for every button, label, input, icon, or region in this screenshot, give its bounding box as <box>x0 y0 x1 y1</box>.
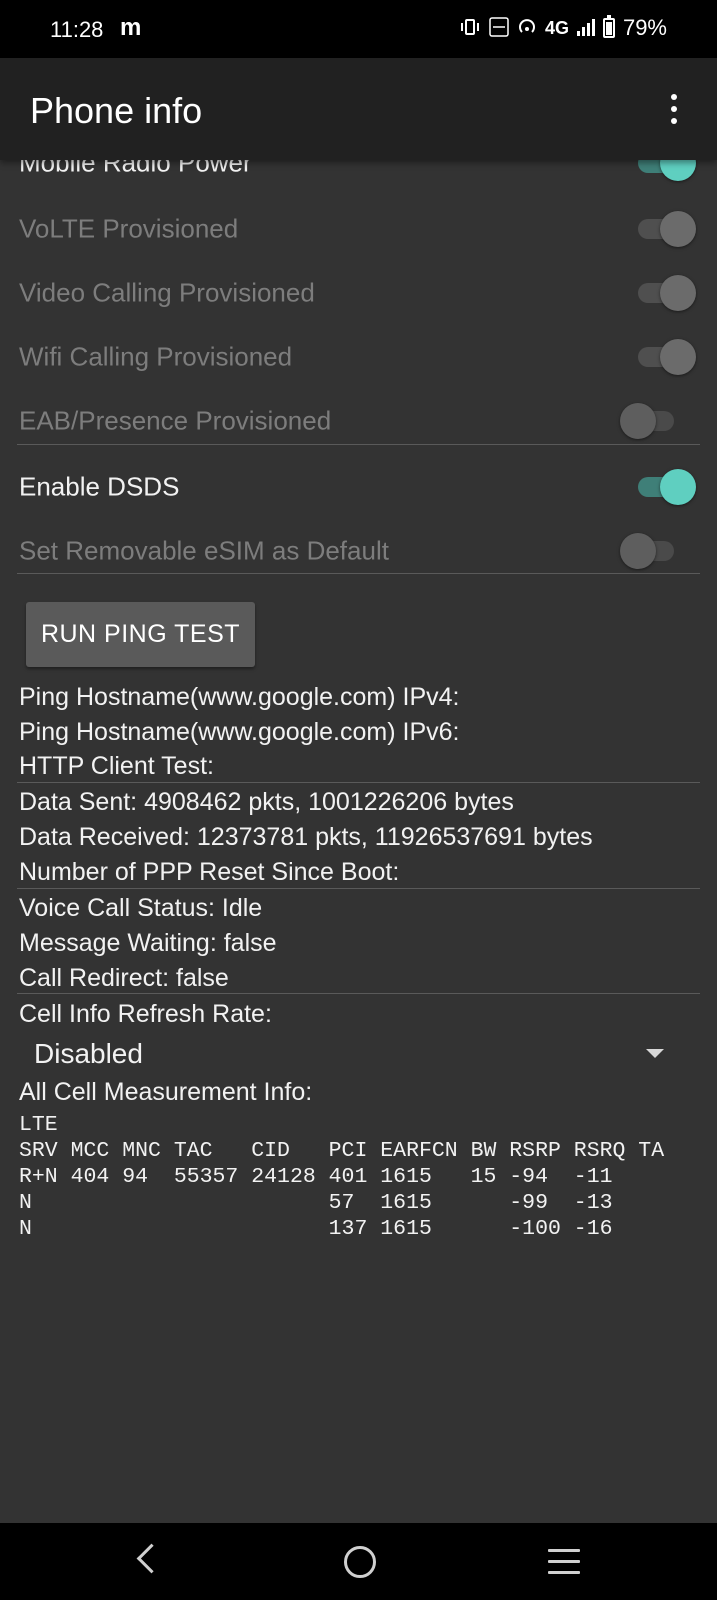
video-calling-provisioned-switch <box>636 275 696 311</box>
battery-percent: 79% <box>622 15 667 40</box>
toggle-label: Wifi Calling Provisioned <box>19 341 293 372</box>
more-vert-icon[interactable] <box>671 94 679 124</box>
status-icons: 4G 79% <box>459 15 667 41</box>
call-redirect-row: Call Redirect: false <box>19 964 229 993</box>
ping-ipv4-label: Ping Hostname(www.google.com) IPv4: <box>19 683 460 711</box>
cell-table-row: N 57 1615 -99 -13 <box>19 1191 613 1215</box>
cell-table-row: N 137 1615 -100 -16 <box>19 1217 613 1241</box>
voice-call-status-value: Idle <box>221 894 263 922</box>
call-redirect-value: false <box>176 964 229 992</box>
data-received-value: 12373781 pkts, 11926537691 bytes <box>196 823 593 851</box>
toggle-row-enable-dsds[interactable]: Enable DSDS <box>0 456 717 518</box>
message-waiting-row: Message Waiting: false <box>19 929 277 958</box>
eab-presence-provisioned-switch <box>620 403 678 439</box>
notification-icon: m <box>120 14 142 41</box>
ping-ipv6-label: Ping Hostname(www.google.com) IPv6: <box>19 718 460 746</box>
toggle-label: Video Calling Provisioned <box>19 277 315 308</box>
divider <box>17 444 700 445</box>
toggle-label: Enable DSDS <box>19 471 180 502</box>
toggle-row-volte-provisioned: VoLTE Provisioned <box>0 198 717 260</box>
app-bar: Phone info <box>0 58 717 160</box>
divider <box>17 888 700 889</box>
recents-icon[interactable] <box>548 1549 580 1582</box>
toggle-row-video-calling-provisioned: Video Calling Provisioned <box>0 262 717 324</box>
vibrate-icon <box>459 17 481 40</box>
cell-info-refresh-rate-label: Cell Info Refresh Rate: <box>19 1000 272 1028</box>
message-waiting-value: false <box>223 929 277 957</box>
toggle-label: EAB/Presence Provisioned <box>19 405 332 436</box>
toggle-row-eab-presence-provisioned: EAB/Presence Provisioned <box>0 390 717 452</box>
divider <box>17 993 700 994</box>
data-sent-value: 4908462 pkts, 1001226206 bytes <box>144 788 514 816</box>
http-client-test-label: HTTP Client Test: <box>19 752 214 780</box>
signal-icon <box>576 19 595 36</box>
divider <box>17 573 700 574</box>
ppp-reset-label: Number of PPP Reset Since Boot: <box>19 858 400 886</box>
message-waiting-label: Message Waiting: <box>19 929 217 957</box>
cell-table-header: SRV MCC MNC TAC CID PCI EARFCN BW RSRP R… <box>19 1139 665 1163</box>
back-icon[interactable] <box>136 1543 167 1574</box>
cell-table-line: LTE <box>19 1113 58 1137</box>
refresh-rate-value: Disabled <box>34 1038 143 1069</box>
wifi-calling-provisioned-switch <box>636 339 696 375</box>
network-type: 4G <box>544 17 569 38</box>
data-sent-row: Data Sent: 4908462 pkts, 1001226206 byte… <box>19 788 514 817</box>
cell-table-row: R+N 404 94 55357 24128 401 1615 15 -94 -… <box>19 1165 613 1189</box>
cell-measurement-label: All Cell Measurement Info: <box>19 1078 313 1106</box>
battery-icon <box>602 15 615 38</box>
voice-call-status-label: Voice Call Status: <box>19 894 215 922</box>
status-bar: 11:28 m 4G 79% <box>0 0 717 58</box>
data-sent-label: Data Sent: <box>19 788 138 816</box>
status-time: 11:28 <box>50 17 104 42</box>
run-ping-test-button[interactable]: RUN PING TEST <box>26 602 255 667</box>
divider <box>17 782 700 783</box>
toggle-label: VoLTE Provisioned <box>19 213 239 244</box>
volte-icon <box>489 16 509 40</box>
data-received-row: Data Received: 12373781 pkts, 1192653769… <box>19 823 593 852</box>
home-icon[interactable] <box>344 1546 376 1578</box>
hotspot-icon <box>517 17 537 40</box>
toggle-row-wifi-calling-provisioned: Wifi Calling Provisioned <box>0 326 717 388</box>
call-redirect-label: Call Redirect: <box>19 964 170 992</box>
set-removable-esim-default-switch <box>620 533 678 569</box>
enable-dsds-switch[interactable] <box>636 469 696 505</box>
volte-provisioned-switch <box>636 211 696 247</box>
voice-call-status-row: Voice Call Status: Idle <box>19 894 262 923</box>
dropdown-arrow-icon <box>646 1049 664 1058</box>
toggle-label: Set Removable eSIM as Default <box>19 535 389 566</box>
page-title: Phone info <box>30 90 203 131</box>
data-received-label: Data Received: <box>19 823 190 851</box>
navigation-bar <box>0 1523 717 1600</box>
